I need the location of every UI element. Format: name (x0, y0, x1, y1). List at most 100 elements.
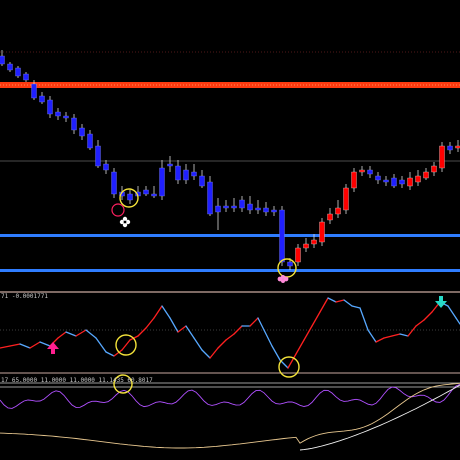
candle-body (167, 163, 173, 167)
chart-canvas[interactable] (0, 0, 460, 460)
oscillator-2-line-purple (0, 383, 460, 409)
candle-body (327, 213, 333, 221)
oscillator-segment (319, 297, 329, 313)
candle-body (375, 175, 381, 181)
candle-body (207, 181, 213, 215)
indicator-1-label: 71 -0.0001771 (1, 293, 48, 300)
candle-body (303, 243, 309, 249)
oscillator-segment (423, 311, 433, 321)
oscillator-segment (209, 347, 219, 359)
oscillator-segment (359, 307, 369, 331)
oscillator-segment (105, 351, 115, 357)
candle-body (399, 179, 405, 185)
candle-body (431, 165, 437, 173)
oscillator-segment (257, 317, 265, 331)
candle-body (159, 167, 165, 197)
oscillator-segment (367, 329, 377, 343)
candle-body (31, 83, 37, 99)
candle-body (263, 207, 269, 213)
flower-icon (119, 216, 131, 228)
oscillator-segment (447, 305, 457, 319)
oscillator-segment (303, 325, 313, 341)
oscillator-segment (145, 317, 155, 329)
oscillator-segment (29, 341, 41, 349)
candle-body (287, 261, 293, 267)
arrow-up-icon (47, 342, 59, 354)
candle-body (183, 169, 189, 181)
candle-body (415, 175, 421, 183)
oscillator-segment (185, 325, 195, 339)
candle-body (367, 169, 373, 175)
signal-circle-small (111, 203, 125, 217)
candle-body (199, 175, 205, 187)
candle-body (279, 209, 285, 263)
candle-body (239, 199, 245, 209)
oscillator-segment (9, 343, 21, 347)
candle-body (407, 177, 413, 187)
oscillator-segment (327, 297, 337, 303)
oscillator-segment (271, 345, 281, 361)
candle-body (215, 205, 221, 213)
candle-body (255, 207, 261, 211)
candle-body (55, 111, 61, 117)
oscillator-2-lines (0, 382, 460, 451)
oscillator-segment (455, 317, 460, 325)
oscillator-segment (343, 299, 353, 307)
oscillator-segment (19, 343, 31, 349)
candle-body (311, 239, 317, 245)
candle-body (103, 163, 109, 171)
candle-body (143, 189, 149, 195)
candle-body (23, 73, 29, 81)
oscillator-segment (0, 345, 11, 349)
candle-body (79, 127, 85, 137)
oscillator-segment (161, 305, 171, 319)
candle-body (423, 171, 429, 179)
support-line-upper[interactable] (0, 234, 460, 237)
oscillator-segment (407, 325, 417, 337)
oscillator-2-line-gold (0, 382, 460, 449)
oscillator-segment (65, 331, 77, 337)
candle-body (191, 171, 197, 177)
oscillator-segment (287, 353, 297, 369)
oscillator-segment (57, 331, 67, 339)
candle-body (151, 193, 157, 197)
candle-body (63, 115, 69, 119)
oscillator-segment (39, 341, 51, 347)
candle-body (343, 187, 349, 211)
oscillator-segment (399, 333, 409, 337)
oscillator-segment (85, 329, 97, 339)
candle-body (223, 205, 229, 209)
candle-body (95, 145, 101, 167)
oscillator-2-line-white (299, 384, 460, 451)
oscillator-segment (75, 329, 87, 337)
candle-body (351, 171, 357, 189)
oscillator-segment (391, 333, 401, 337)
oscillator-segment (249, 317, 259, 327)
oscillator-segment (415, 319, 425, 327)
oscillator-segment (375, 337, 385, 343)
oscillator-segment (335, 299, 345, 303)
candle-body (231, 205, 237, 209)
candle-body (47, 99, 53, 115)
support-line-lower[interactable] (0, 269, 460, 272)
candle-body (455, 145, 460, 149)
candle-body (295, 247, 301, 263)
trading-chart[interactable]: 71 -0.0001771 17 65.0000 11.0000 11.0000… (0, 0, 460, 460)
candle-body (7, 63, 13, 71)
oscillator-segment (121, 339, 131, 351)
oscillator-segment (383, 335, 393, 339)
oscillator-segment (225, 333, 235, 341)
candle-body (247, 203, 253, 211)
candle-body (127, 193, 133, 201)
candle-body (335, 207, 341, 215)
candle-body (319, 221, 325, 243)
candle-body (447, 145, 453, 151)
candle-body (383, 179, 389, 183)
oscillator-segment (177, 325, 187, 333)
indicator-2-label: 17 65.0000 11.0000 11.0000 11.1435 60.80… (1, 377, 153, 384)
candle-body (39, 95, 45, 103)
flower-icon (277, 275, 289, 283)
oscillator-segment (201, 349, 211, 359)
candle-body (111, 171, 117, 195)
oscillator-segment (351, 305, 361, 309)
